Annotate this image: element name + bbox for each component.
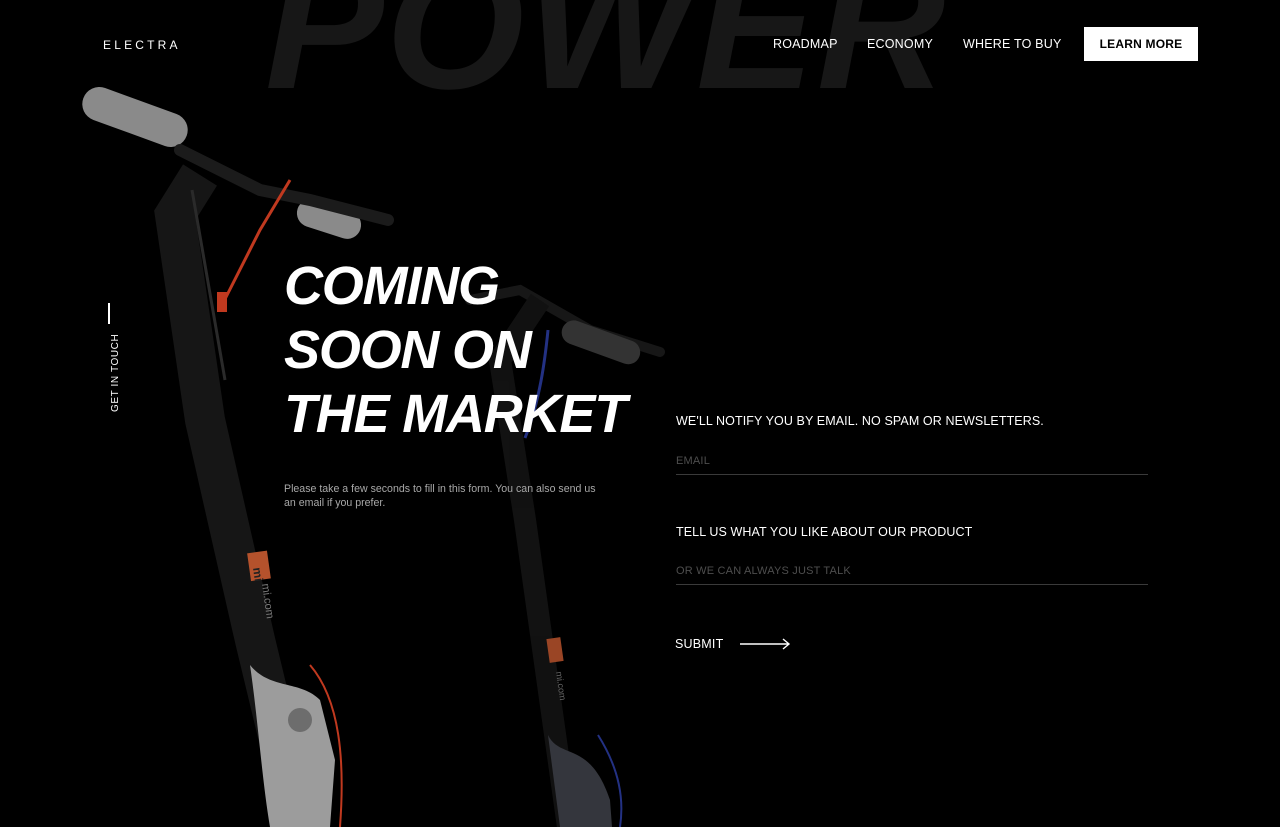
submit-button[interactable]: SUBMIT xyxy=(675,630,791,658)
product-feedback-input[interactable] xyxy=(676,558,1148,585)
hero-description: Please take a few seconds to fill in thi… xyxy=(284,483,596,509)
hero-line-3: THE MARKET xyxy=(284,384,627,444)
get-in-touch-link[interactable]: GET IN TOUCH xyxy=(110,334,121,412)
email-input[interactable] xyxy=(676,448,1148,475)
front-decal-brand: mi xyxy=(250,566,266,582)
learn-more-button[interactable]: LEARN MORE xyxy=(1084,27,1198,61)
nav-roadmap[interactable]: ROADMAP xyxy=(773,37,838,51)
hero-line-1: COMING xyxy=(284,256,500,316)
nav-where-to-buy[interactable]: WHERE TO BUY xyxy=(963,37,1061,51)
submit-label: SUBMIT xyxy=(675,637,724,651)
nav-economy[interactable]: ECONOMY xyxy=(867,37,933,51)
notify-text: WE'LL NOTIFY YOU BY EMAIL. NO SPAM OR NE… xyxy=(676,414,1044,428)
hero-line-2: SOON ON xyxy=(284,320,532,380)
brand-logo[interactable]: ELECTRA xyxy=(103,38,181,52)
arrow-right-icon xyxy=(740,638,791,650)
hero-heading: COMING SOON ON THE MARKET xyxy=(284,254,627,446)
side-divider xyxy=(108,303,110,324)
product-feedback-label: TELL US WHAT YOU LIKE ABOUT OUR PRODUCT xyxy=(676,525,973,539)
front-scooter: mi mi.com xyxy=(82,87,394,827)
